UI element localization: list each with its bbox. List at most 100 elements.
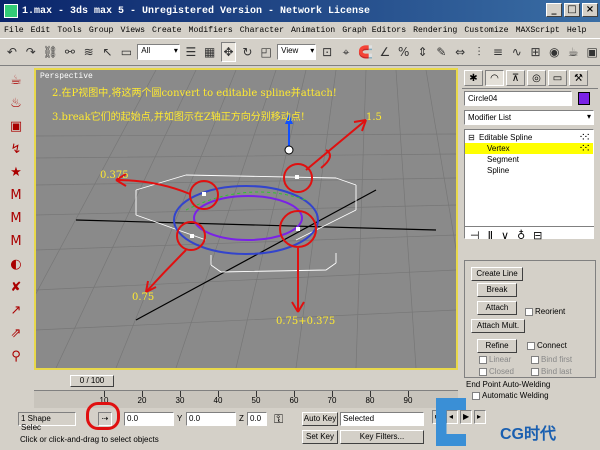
snap-toggle-icon[interactable]: 🧲 — [357, 42, 374, 62]
gizmo-pivot[interactable] — [284, 145, 294, 155]
make-unique-icon[interactable]: ∨ — [501, 229, 509, 242]
next-frame-icon[interactable]: ▸ — [474, 410, 486, 424]
bones-icon[interactable]: ✘ — [5, 278, 27, 297]
skin-icon[interactable]: ◐ — [5, 255, 27, 274]
absolute-mode-toggle-icon[interactable]: ⇢ — [98, 412, 112, 426]
menu-modifiers[interactable]: Modifiers — [189, 26, 233, 35]
modifier-m-icon[interactable]: M — [5, 186, 27, 205]
closed-box[interactable] — [479, 367, 487, 376]
menu-group[interactable]: Group — [89, 26, 114, 35]
prev-frame-icon[interactable]: ◂ — [446, 410, 458, 424]
pin-stack-icon[interactable]: ⊣ — [470, 229, 480, 242]
automatic-welding-checkbox[interactable]: Automatic Welding — [472, 391, 549, 400]
linear-checkbox[interactable]: Linear — [479, 355, 511, 364]
utilities-tab-icon[interactable]: ⚒ — [569, 70, 588, 86]
pivot-center-icon[interactable]: ⊡ — [319, 42, 335, 62]
select-region-icon[interactable]: ▭ — [118, 42, 134, 62]
quick-render-icon[interactable]: ▣ — [584, 42, 600, 62]
reorient-box[interactable] — [525, 307, 533, 316]
remove-modifier-icon[interactable]: ♁ — [517, 229, 525, 242]
modifier-list-dropdown[interactable]: Modifier List — [464, 110, 594, 125]
undo-icon[interactable]: ↶ — [4, 42, 20, 62]
automatic-welding-box[interactable] — [472, 391, 480, 400]
select-by-name-icon[interactable]: ☰ — [183, 42, 199, 62]
window-crossing-icon[interactable]: ▦ — [202, 42, 218, 62]
spinner-snap-icon[interactable]: ⇕ — [415, 42, 431, 62]
connect-checkbox[interactable]: Connect — [527, 341, 567, 350]
break-button[interactable]: Break — [477, 283, 517, 297]
stack-item-spline[interactable]: Spline — [465, 165, 593, 176]
menu-tools[interactable]: Tools — [57, 26, 82, 35]
select-manipulate-icon[interactable]: ⌖ — [338, 42, 354, 62]
redo-icon[interactable]: ↷ — [23, 42, 39, 62]
set-key-button[interactable]: Set Key — [302, 430, 338, 444]
percent-snap-icon[interactable]: % — [396, 42, 412, 62]
select-scale-icon[interactable]: ◰ — [258, 42, 274, 62]
unlink-icon[interactable]: ⚯ — [62, 42, 78, 62]
menu-file[interactable]: File — [4, 26, 24, 35]
x-coordinate-field[interactable]: 0.0 — [124, 412, 174, 426]
hierarchy-tab-icon[interactable]: ⊼ — [506, 70, 525, 86]
time-slider[interactable]: 0 / 100 — [34, 374, 458, 388]
menu-graph-editors[interactable]: Graph Editors — [342, 26, 406, 35]
star-icon[interactable]: ★ — [5, 163, 27, 182]
box-icon[interactable]: ▣ — [5, 117, 27, 136]
stack-item-vertex[interactable]: Vertex ⠪⠪ — [465, 143, 593, 154]
menu-views[interactable]: Views — [120, 26, 145, 35]
menu-create[interactable]: Create — [152, 26, 181, 35]
menu-help[interactable]: Help — [567, 26, 587, 35]
menu-animation[interactable]: Animation — [291, 26, 335, 35]
layer-manager-icon[interactable]: ≡ — [490, 42, 506, 62]
create-tab-icon[interactable]: ✱ — [464, 70, 483, 86]
select-object-icon[interactable]: ↖ — [100, 42, 116, 62]
stack-item-editable-spline[interactable]: Editable Spline ⠪⠪ — [465, 132, 593, 143]
key-mode-dropdown[interactable]: Selected — [340, 412, 424, 426]
named-selection-icon[interactable]: ✎ — [433, 42, 449, 62]
play-icon[interactable]: ▶ — [460, 410, 472, 424]
z-coordinate-field[interactable]: 0.0 — [247, 412, 267, 426]
reorient-checkbox[interactable]: Reorient — [525, 307, 565, 316]
connect-box[interactable] — [527, 341, 535, 350]
modifier-m2-icon[interactable]: M — [5, 209, 27, 228]
viewport-label[interactable]: Perspective — [40, 72, 93, 81]
menu-character[interactable]: Character — [240, 26, 284, 35]
object-name-field[interactable]: Circle04 — [464, 91, 572, 106]
perspective-viewport[interactable]: Perspective 2.在P视图中,将这两个圆convert to edit… — [34, 68, 458, 370]
select-move-icon[interactable]: ✥ — [220, 42, 237, 62]
linear-box[interactable] — [479, 355, 487, 364]
link-icon[interactable]: ⛓ — [42, 42, 59, 62]
lock-key-icon[interactable]: ⚿ — [274, 412, 283, 427]
maximize-button[interactable]: □ — [564, 3, 580, 17]
refine-button[interactable]: Refine — [477, 339, 517, 353]
auto-key-button[interactable]: Auto Key — [302, 412, 338, 426]
minimize-button[interactable]: _ — [546, 3, 562, 17]
close-button[interactable]: × — [582, 3, 598, 17]
ik-icon[interactable]: ↗ — [5, 301, 27, 320]
link-chain-icon[interactable]: ⚲ — [5, 347, 27, 366]
teapot-icon[interactable]: ☕ — [5, 71, 27, 90]
spline-circle-inner[interactable] — [193, 195, 303, 241]
hook-icon[interactable]: ↯ — [5, 140, 27, 159]
angle-snap-icon[interactable]: ∠ — [377, 42, 393, 62]
schematic-view-icon[interactable]: ⊞ — [528, 42, 544, 62]
select-rotate-icon[interactable]: ↻ — [239, 42, 255, 62]
bind-last-checkbox[interactable]: Bind last — [531, 367, 572, 376]
modify-tab-icon[interactable]: ◠ — [485, 70, 504, 86]
menu-maxscript[interactable]: MAXScript — [516, 26, 560, 35]
configure-sets-icon[interactable]: ⊟ — [533, 229, 542, 242]
bind-last-box[interactable] — [531, 367, 539, 376]
object-color-swatch[interactable] — [578, 92, 590, 105]
selection-filter-dropdown[interactable]: All — [137, 44, 180, 60]
bind-spacewarp-icon[interactable]: ≋ — [81, 42, 97, 62]
create-line-button[interactable]: Create Line — [471, 267, 523, 281]
light-icon[interactable]: ♨ — [5, 94, 27, 113]
show-end-result-icon[interactable]: Ⅱ — [488, 229, 493, 242]
stack-item-segment[interactable]: Segment — [465, 154, 593, 165]
y-coordinate-field[interactable]: 0.0 — [186, 412, 236, 426]
menu-rendering[interactable]: Rendering — [413, 26, 457, 35]
closed-checkbox[interactable]: Closed — [479, 367, 514, 376]
attach-mult-button[interactable]: Attach Mult. — [471, 319, 525, 333]
biped-icon[interactable]: ⇗ — [5, 324, 27, 343]
bind-first-box[interactable] — [531, 355, 539, 364]
mirror-icon[interactable]: ⇔ — [452, 42, 468, 62]
